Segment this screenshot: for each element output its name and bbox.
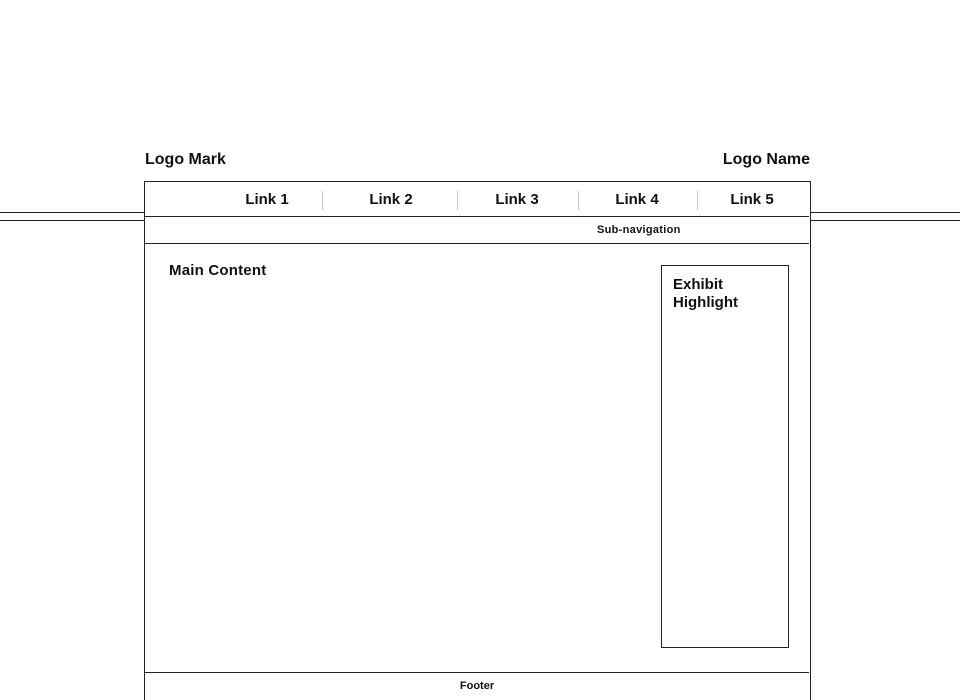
sub-navigation-bar: Sub-navigation	[145, 217, 809, 244]
nav-link-4[interactable]: Link 4	[603, 182, 671, 216]
nav-link-1[interactable]: Link 1	[233, 182, 301, 216]
nav-divider	[457, 191, 458, 210]
main-navigation: Link 1 Link 2 Link 3 Link 4 Link 5	[145, 182, 809, 217]
nav-divider	[322, 191, 323, 210]
nav-divider	[697, 191, 698, 210]
nav-divider	[578, 191, 579, 210]
exhibit-highlight-title: Exhibit Highlight	[673, 276, 738, 311]
nav-link-3[interactable]: Link 3	[483, 182, 551, 216]
logo-mark[interactable]: Logo Mark	[145, 150, 226, 170]
nav-link-2[interactable]: Link 2	[357, 182, 425, 216]
footer: Footer	[145, 672, 809, 700]
sub-navigation-label[interactable]: Sub-navigation	[597, 217, 681, 243]
logo-name[interactable]: Logo Name	[723, 150, 810, 170]
exhibit-highlight-panel[interactable]: Exhibit Highlight	[661, 265, 789, 648]
main-content-title: Main Content	[169, 262, 267, 279]
page-frame: Link 1 Link 2 Link 3 Link 4 Link 5 Sub-n…	[144, 181, 811, 700]
decorative-rail-right	[810, 212, 960, 221]
nav-link-5[interactable]: Link 5	[718, 182, 786, 216]
decorative-rail-left	[0, 212, 145, 221]
wireframe-page: Logo Mark Logo Name Link 1 Link 2 Link 3…	[0, 0, 960, 700]
